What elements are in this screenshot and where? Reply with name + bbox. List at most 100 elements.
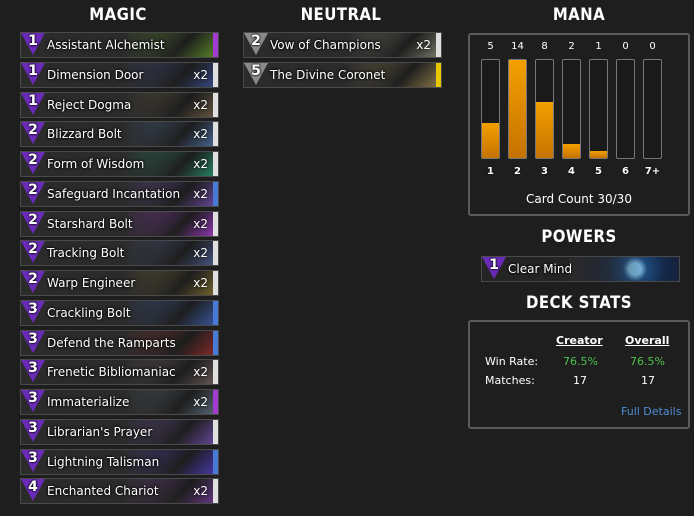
mana-cost-gem: 2 bbox=[21, 181, 45, 206]
card-immaterialize[interactable]: 3 Immaterialize x2 bbox=[20, 389, 219, 415]
rarity-bar bbox=[213, 92, 218, 117]
card-blizzard-bolt[interactable]: 2 Blizzard Bolt x2 bbox=[20, 121, 219, 148]
card-starshard-bolt[interactable]: 2 Starshard Bolt x2 bbox=[20, 210, 219, 237]
rarity-bar bbox=[213, 211, 218, 236]
card-name: Form of Wisdom bbox=[47, 157, 145, 171]
card-tracking-bolt[interactable]: 2 Tracking Bolt x2 bbox=[20, 240, 219, 267]
mana-bar[interactable] bbox=[616, 59, 635, 159]
mana-curve-panel: 5 14 8 2 1 0 0 1 2 3 4 5 6 7+ Card Count 30/30 bbox=[468, 33, 690, 216]
rarity-bar bbox=[213, 449, 218, 474]
rarity-bar bbox=[213, 152, 218, 176]
mana-cost-gem: 2 bbox=[244, 33, 268, 57]
card-name: Lightning Talisman bbox=[47, 454, 160, 469]
mana-bar[interactable] bbox=[481, 59, 500, 159]
mana-count-label: 14 bbox=[511, 41, 524, 52]
card-count-badge: x2 bbox=[193, 127, 208, 142]
card-librarian-s-prayer[interactable]: 3 Librarian's Prayer bbox=[20, 418, 219, 445]
rarity-bar bbox=[436, 62, 441, 87]
mana-cost-gem: 3 bbox=[21, 300, 45, 325]
mana-bar[interactable] bbox=[508, 59, 527, 159]
neutral-column-title: NEUTRAL bbox=[300, 5, 382, 25]
mana-cost-gem: 5 bbox=[244, 62, 268, 87]
deck-stats-panel: Creator Overall Win Rate: 76.5% 76.5% Ma… bbox=[468, 320, 690, 429]
card-dimension-door[interactable]: 1 Dimension Door x2 bbox=[20, 61, 219, 88]
mana-cost-gem: 4 bbox=[21, 479, 45, 503]
card-name: Assistant Alchemist bbox=[47, 38, 165, 52]
rarity-bar bbox=[213, 181, 218, 206]
mana-cost-gem: 2 bbox=[21, 211, 45, 236]
card-frenetic-bibliomaniac[interactable]: 3 Frenetic Bibliomaniac x2 bbox=[20, 359, 219, 386]
card-count-badge: x2 bbox=[416, 38, 431, 52]
card-form-of-wisdom[interactable]: 2 Form of Wisdom x2 bbox=[20, 151, 219, 177]
card-name: Safeguard Incantation bbox=[47, 186, 181, 201]
card-count-badge: x2 bbox=[193, 395, 208, 409]
card-count-badge: x2 bbox=[193, 365, 208, 380]
mana-bar[interactable] bbox=[562, 59, 581, 159]
mana-cost-gem: 2 bbox=[21, 152, 45, 176]
mana-bar-fill bbox=[590, 151, 607, 158]
mana-count-label: 8 bbox=[541, 41, 548, 52]
mana-bar-fill bbox=[536, 102, 553, 158]
card-art bbox=[123, 300, 218, 325]
rarity-bar bbox=[436, 33, 441, 57]
mana-cost-gem: 2 bbox=[21, 271, 45, 295]
mana-cost-gem: 1 bbox=[21, 33, 45, 57]
overall-header: Overall bbox=[625, 334, 670, 347]
rarity-bar bbox=[213, 241, 218, 266]
rarity-bar bbox=[213, 271, 218, 295]
card-name: Defend the Ramparts bbox=[47, 335, 176, 350]
card-warp-engineer[interactable]: 2 Warp Engineer x2 bbox=[20, 270, 219, 296]
creator-win-rate: 76.5% bbox=[563, 355, 598, 368]
rarity-bar bbox=[213, 122, 218, 147]
mana-cost-row: 1 2 3 4 5 6 7+ bbox=[479, 165, 679, 187]
full-details-link[interactable]: Full Details bbox=[621, 405, 681, 418]
card-reject-dogma[interactable]: 1 Reject Dogma x2 bbox=[20, 91, 219, 118]
overall-matches: 17 bbox=[641, 374, 655, 387]
card-enchanted-chariot[interactable]: 4 Enchanted Chariot x2 bbox=[20, 478, 219, 505]
mana-cost-gem: 2 bbox=[21, 122, 45, 146]
card-name: Blizzard Bolt bbox=[47, 127, 122, 142]
mana-column-title: MANA bbox=[552, 5, 606, 25]
mana-bar[interactable] bbox=[535, 59, 554, 159]
mana-cost-gem: 3 bbox=[21, 390, 45, 414]
card-count-badge: x2 bbox=[193, 484, 208, 499]
rarity-bar bbox=[213, 300, 218, 325]
rarity-bar bbox=[213, 360, 218, 385]
card-name: Tracking Bolt bbox=[47, 246, 125, 261]
mana-count-label: 2 bbox=[568, 41, 575, 52]
mana-bar-fill bbox=[509, 60, 526, 158]
rarity-bar bbox=[213, 419, 218, 444]
card-name: Vow of Champions bbox=[270, 38, 381, 52]
mana-cost-gem: 1 bbox=[21, 62, 45, 87]
mana-count-label: 5 bbox=[487, 41, 494, 52]
card-count-badge: x2 bbox=[193, 246, 208, 261]
card-assistant-alchemist[interactable]: 1 Assistant Alchemist bbox=[20, 32, 219, 58]
rarity-bar bbox=[213, 33, 218, 57]
mana-cost-label: 3 bbox=[533, 165, 556, 185]
card-crackling-bolt[interactable]: 3 Crackling Bolt bbox=[20, 299, 219, 326]
card-count-badge: x2 bbox=[193, 157, 208, 171]
card-count-badge: x2 bbox=[193, 276, 208, 290]
mana-cost-gem: 3 bbox=[21, 449, 45, 474]
power-art bbox=[569, 257, 679, 281]
card-lightning-talisman[interactable]: 3 Lightning Talisman bbox=[20, 448, 219, 475]
card-name: Dimension Door bbox=[47, 67, 144, 82]
deck-stats-title: DECK STATS bbox=[525, 293, 633, 313]
power-cost-gem: 1 bbox=[482, 257, 506, 281]
magic-column-title: MAGIC bbox=[89, 5, 147, 25]
card-count-badge: x2 bbox=[193, 67, 208, 82]
mana-cost-label: 1 bbox=[479, 165, 502, 185]
mana-cost-label: 7+ bbox=[641, 165, 664, 185]
card-name: Warp Engineer bbox=[47, 276, 136, 290]
mana-bar[interactable] bbox=[643, 59, 662, 159]
power-card-clear-mind[interactable]: 1 Clear Mind bbox=[481, 256, 680, 282]
card-safeguard-incantation[interactable]: 2 Safeguard Incantation x2 bbox=[20, 180, 219, 207]
mana-count-label: 0 bbox=[649, 41, 656, 52]
card-defend-the-ramparts[interactable]: 3 Defend the Ramparts bbox=[20, 329, 219, 356]
powers-title: POWERS bbox=[541, 227, 617, 247]
card-vow-of-champions[interactable]: 2 Vow of Champions x2 bbox=[243, 32, 442, 58]
mana-bar[interactable] bbox=[589, 59, 608, 159]
rarity-bar bbox=[213, 330, 218, 355]
rarity-bar bbox=[213, 479, 218, 504]
card-the-divine-coronet[interactable]: 5 The Divine Coronet bbox=[243, 61, 442, 88]
